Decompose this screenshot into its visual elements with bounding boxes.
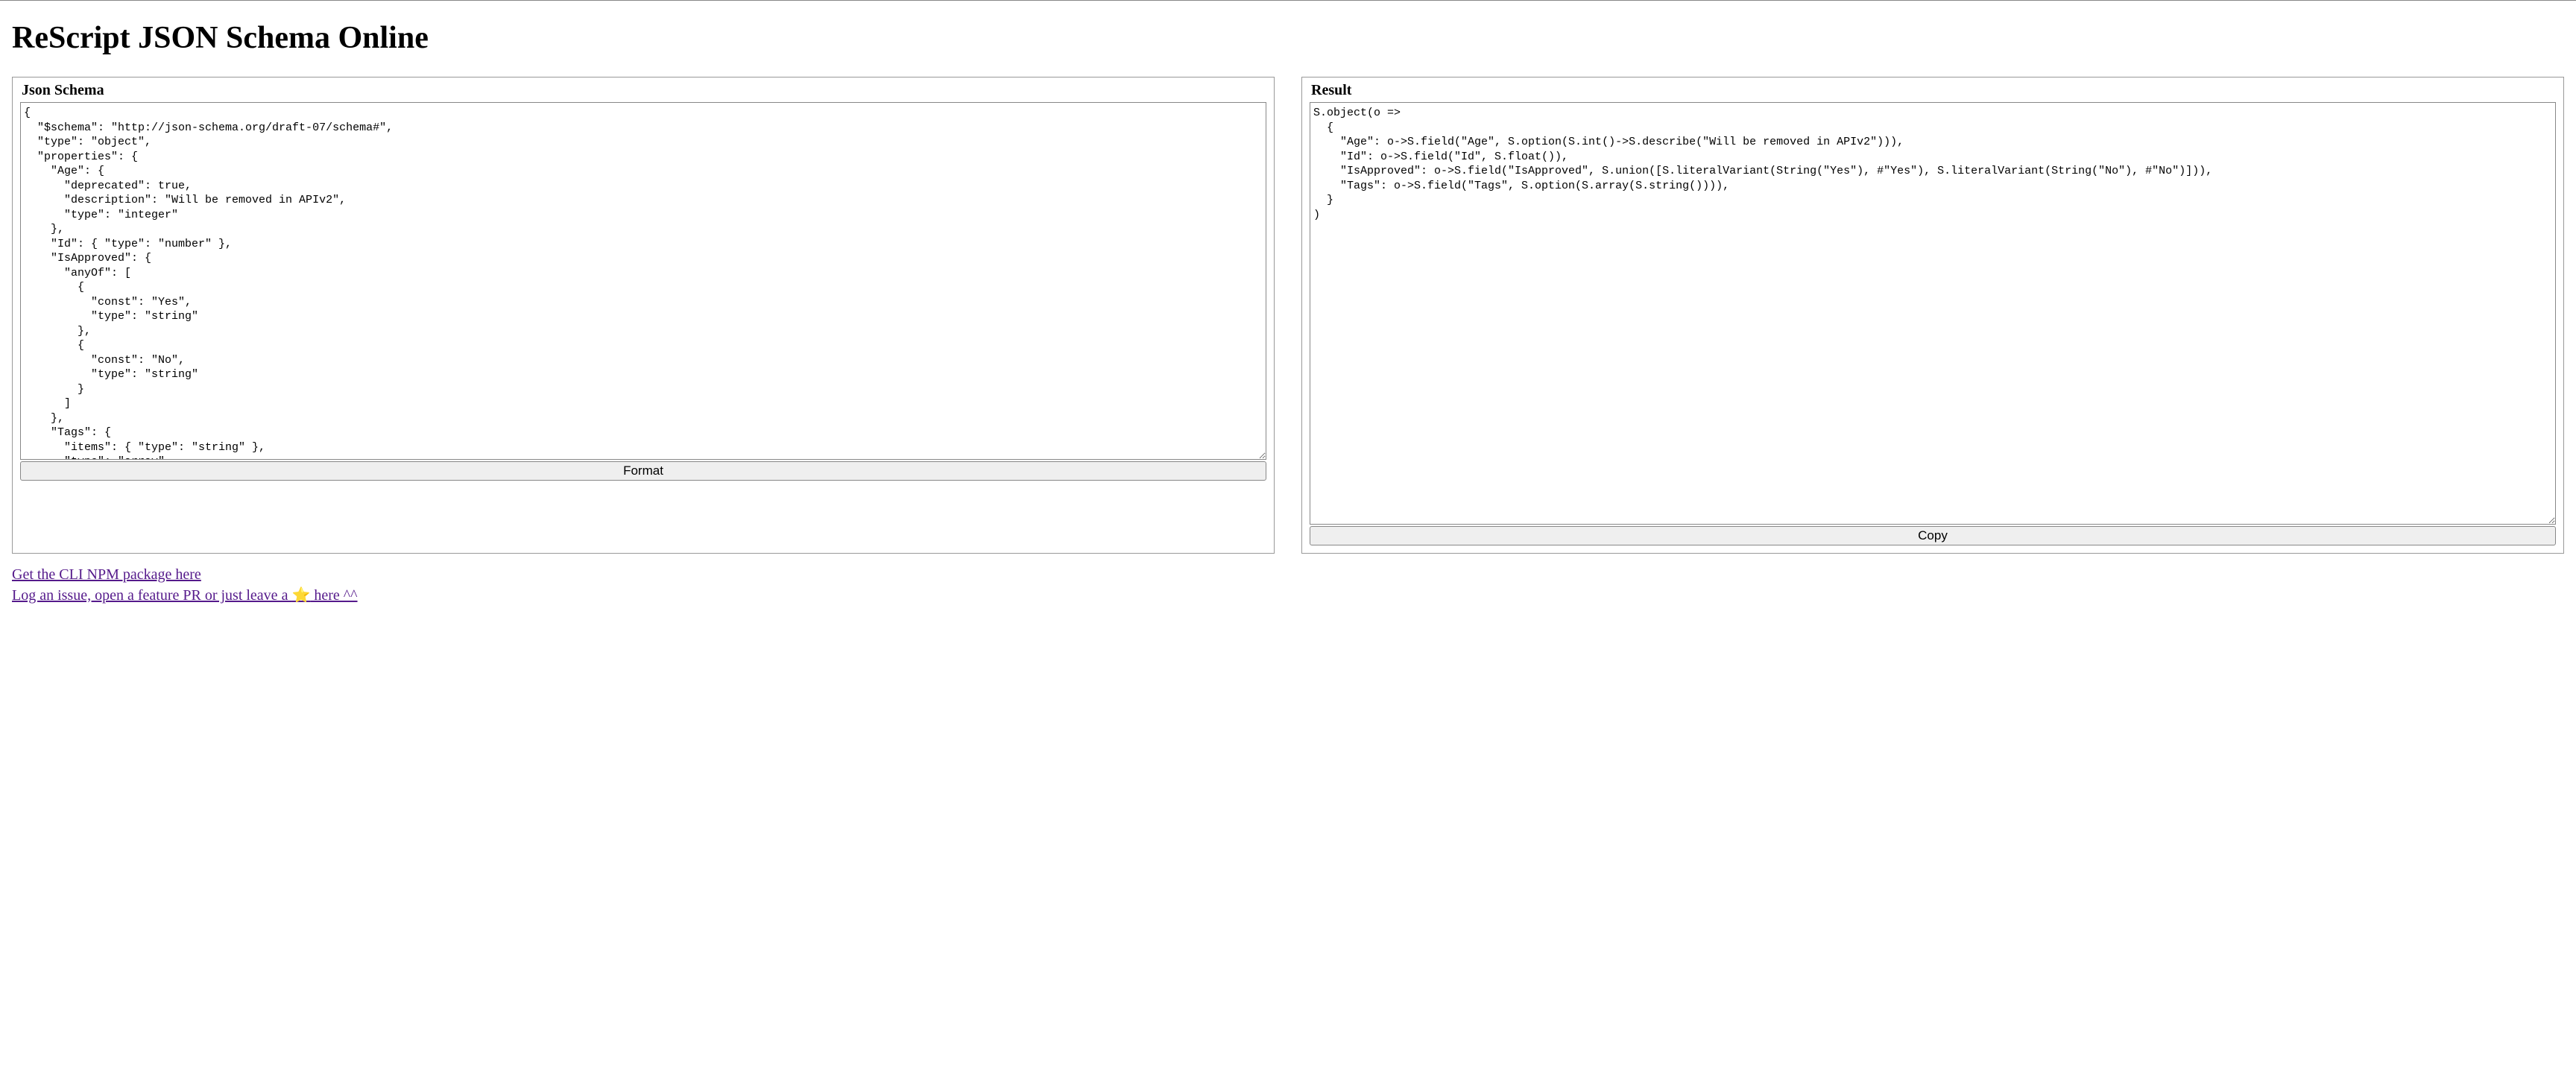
json-schema-panel: Json Schema Format [12,77,1275,554]
json-schema-panel-title: Json Schema [22,82,1266,99]
copy-button[interactable]: Copy [1310,526,2556,545]
issue-link[interactable]: Log an issue, open a feature PR or just … [12,587,358,604]
result-panel: Result Copy [1301,77,2564,554]
issue-link-text-pre: Log an issue, open a feature PR or just … [12,587,291,604]
panels-container: Json Schema Format Result Copy [12,77,2564,554]
cli-package-link[interactable]: Get the CLI NPM package here [12,566,201,583]
result-output[interactable] [1310,102,2556,525]
result-panel-title: Result [1311,82,2556,99]
star-icon: ⭐ [291,587,310,604]
format-button[interactable]: Format [20,461,1266,481]
issue-link-text-post: here ^^ [310,587,357,604]
json-schema-input[interactable] [20,102,1266,460]
footer-links: Get the CLI NPM package here Log an issu… [12,564,2564,606]
page-title: ReScript JSON Schema Online [12,20,2564,56]
